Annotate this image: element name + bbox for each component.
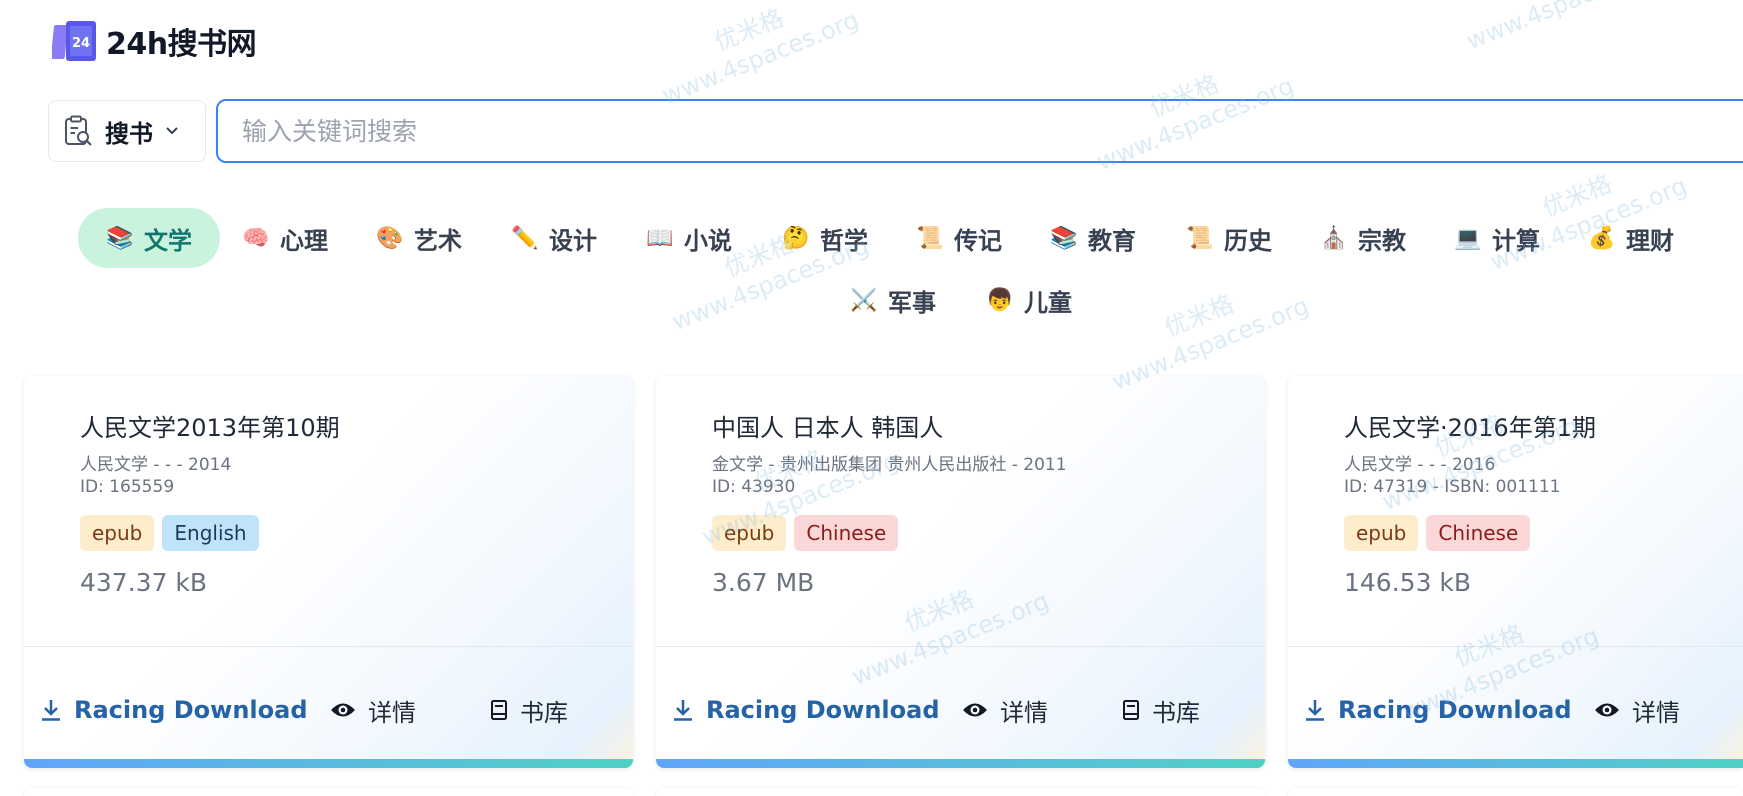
download-icon [1306,700,1324,721]
category-bar: 📚 文学 🧠 心理 🎨 艺术 ✏️ 设计 📖 小说 🤔 哲学 📜 传记 📚 教育 📜 历史 ⛪ 宗教… [78,208,1743,270]
racing-download-button[interactable]: Racing Download [1304,690,1572,730]
church-emoji-icon: ⛪ [1320,225,1348,251]
book-card-next-row [656,788,1265,796]
pencil-emoji-icon: ✏️ [511,225,539,251]
watermark: www.4spaces.org [1462,0,1668,56]
library-button[interactable]: 书库 [490,690,568,730]
category-literature[interactable]: 📚 文学 [78,208,220,268]
format-badge: epub [712,515,787,551]
download-icon [42,700,60,721]
file-size: 146.53 kB [1344,568,1472,597]
brain-emoji-icon: 🧠 [242,225,270,251]
eye-icon [331,703,355,717]
thinking-face-emoji-icon: 🤔 [782,225,810,251]
format-badge: epub [1344,515,1419,551]
book-title[interactable]: 中国人 日本人 韩国人 [712,408,943,443]
category-finance[interactable]: 💰 理财 [1560,208,1702,268]
category-bar-row-2: ⚔️ 军事 👦 儿童 [0,270,1743,332]
category-art[interactable]: 🎨 艺术 [348,208,490,268]
language-badge: Chinese [1426,515,1531,551]
category-religion[interactable]: ⛪ 宗教 [1292,208,1434,268]
books-emoji-icon: 📚 [1050,225,1078,251]
palette-emoji-icon: 🎨 [376,225,404,251]
laptop-emoji-icon: 💻 [1454,225,1482,251]
child-emoji-icon: 👦 [986,287,1014,313]
category-military[interactable]: ⚔️ 军事 [822,270,964,330]
book-card-next-row [1288,788,1743,796]
language-badge: English [162,515,259,551]
category-design[interactable]: ✏️ 设计 [483,208,625,268]
book-icon [491,700,507,720]
logo-number: 24 [72,36,90,51]
download-icon [674,700,692,721]
file-size: 3.67 MB [712,568,815,597]
search-type-dropdown[interactable]: 搜书 [48,100,206,162]
book-id: ID: 165559 [80,477,175,497]
card-divider [1288,646,1743,647]
detail-button[interactable]: 详情 [330,690,416,730]
money-bag-emoji-icon: 💰 [1588,225,1616,251]
open-book-emoji-icon: 📖 [646,225,674,251]
category-biography[interactable]: 📜 传记 [888,208,1030,268]
book-icon [1123,700,1139,720]
racing-download-button[interactable]: Racing Download [40,690,308,730]
category-history[interactable]: 📜 历史 [1158,208,1300,268]
racing-download-button[interactable]: Racing Download [672,690,940,730]
logo-books-icon: 24 [52,21,96,61]
eye-icon [1595,703,1619,717]
book-card-next-row [24,788,633,796]
category-computing[interactable]: 💻 计算 [1426,208,1568,268]
category-education[interactable]: 📚 教育 [1022,208,1164,268]
card-divider [24,646,633,647]
books-emoji-icon: 📚 [106,225,134,251]
site-name: 24h搜书网 [106,27,257,62]
book-card: 中国人 日本人 韩国人 金文学 - 贵州出版集团 贵州人民出版社 - 2011 … [656,376,1265,768]
library-button[interactable]: 书库 [1122,690,1200,730]
category-psychology[interactable]: 🧠 心理 [214,208,356,268]
book-card: 人民文学2013年第10期 人民文学 - - - 2014 ID: 165559… [24,376,633,768]
book-id: ID: 47319 - ISBN: 001111 [1344,477,1561,497]
card-accent-bar [24,759,633,768]
book-card: 人民文学·2016年第1期 人民文学 - - - 2016 ID: 47319 … [1288,376,1743,768]
card-divider [656,646,1265,647]
book-title[interactable]: 人民文学2013年第10期 [80,408,340,443]
clipboard-search-icon [65,115,92,146]
scroll-emoji-icon: 📜 [1186,225,1214,251]
card-accent-bar [1288,759,1743,768]
detail-button[interactable]: 详情 [962,690,1048,730]
eye-icon [963,703,987,717]
search-input[interactable] [216,99,1743,163]
language-badge: Chinese [794,515,899,551]
crossed-swords-emoji-icon: ⚔️ [850,287,878,313]
format-badge: epub [80,515,155,551]
file-size: 437.37 kB [80,568,208,597]
scroll-emoji-icon: 📜 [916,225,944,251]
watermark: 优米格 www.4spaces.org [658,3,863,111]
book-meta: 人民文学 - - - 2014 [80,455,232,475]
search-type-label: 搜书 [105,119,153,148]
detail-button[interactable]: 详情 [1594,690,1680,730]
book-meta: 人民文学 - - - 2016 [1344,455,1496,475]
book-meta: 金文学 - 贵州出版集团 贵州人民出版社 - 2011 [712,455,1067,475]
category-children[interactable]: 👦 儿童 [958,270,1100,330]
chevron-down-icon [166,127,178,135]
book-id: ID: 43930 [712,477,796,497]
site-logo[interactable]: 24 24h搜书网 [52,16,257,66]
category-philosophy[interactable]: 🤔 哲学 [754,208,896,268]
category-fiction[interactable]: 📖 小说 [618,208,760,268]
book-title[interactable]: 人民文学·2016年第1期 [1344,408,1596,443]
card-accent-bar [656,759,1265,768]
